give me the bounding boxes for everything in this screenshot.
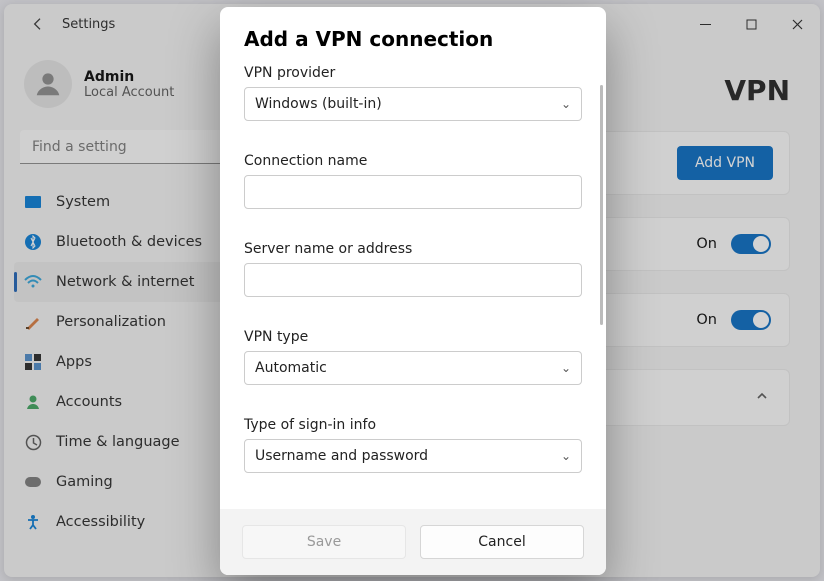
- vpn-type-label: VPN type: [244, 329, 582, 345]
- save-button[interactable]: Save: [242, 525, 406, 559]
- cancel-button[interactable]: Cancel: [420, 525, 584, 559]
- vpn-provider-select[interactable]: Windows (built-in) ⌄: [244, 87, 582, 121]
- vpn-type-value: Automatic: [255, 360, 327, 376]
- chevron-down-icon: ⌄: [561, 97, 571, 111]
- scrollbar[interactable]: [600, 85, 603, 325]
- chevron-down-icon: ⌄: [561, 449, 571, 463]
- connection-name-input[interactable]: [244, 175, 582, 209]
- signin-type-label: Type of sign-in info: [244, 417, 582, 433]
- connection-name-label: Connection name: [244, 153, 582, 169]
- vpn-provider-value: Windows (built-in): [255, 96, 382, 112]
- vpn-type-select[interactable]: Automatic ⌄: [244, 351, 582, 385]
- vpn-provider-label: VPN provider: [244, 65, 582, 81]
- chevron-down-icon: ⌄: [561, 361, 571, 375]
- modal-footer: Save Cancel: [220, 509, 606, 575]
- server-address-label: Server name or address: [244, 241, 582, 257]
- signin-type-value: Username and password: [255, 448, 428, 464]
- add-vpn-modal: Add a VPN connection VPN provider Window…: [220, 7, 606, 575]
- modal-body: Add a VPN connection VPN provider Window…: [220, 7, 606, 509]
- server-address-input[interactable]: [244, 263, 582, 297]
- signin-type-select[interactable]: Username and password ⌄: [244, 439, 582, 473]
- modal-title: Add a VPN connection: [244, 27, 582, 51]
